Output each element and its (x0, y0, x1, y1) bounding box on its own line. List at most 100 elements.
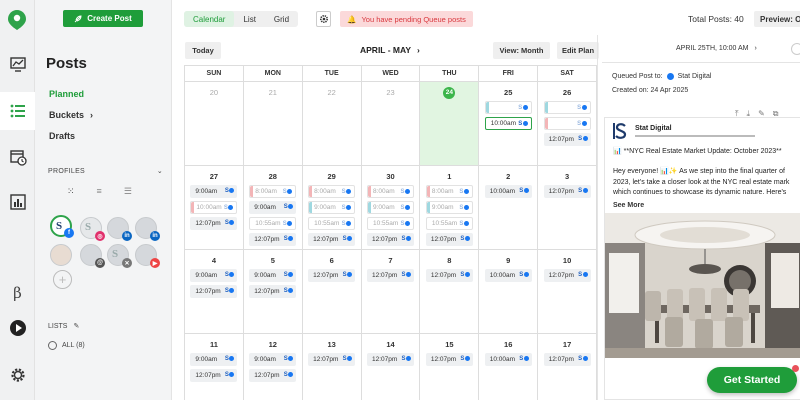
beta-icon[interactable]: β (0, 274, 35, 312)
post-time-slot[interactable]: 8:00am S (249, 185, 297, 198)
calendar-day-cell[interactable]: 20 (185, 82, 244, 166)
calendar-settings-gear-icon[interactable] (316, 11, 331, 27)
calendar-day-cell[interactable]: 2 10:00am S (479, 166, 539, 250)
post-time-slot[interactable]: 12:07pm S (249, 285, 297, 298)
profile-avatar-linkedin-2[interactable]: in (135, 217, 160, 241)
post-time-slot[interactable]: 10:00am S (484, 269, 532, 282)
calendar-day-cell[interactable]: 14 12:07pm S (362, 334, 421, 400)
calendar-day-cell[interactable]: 6 12:07pm S (302, 250, 362, 334)
edit-plan-button[interactable]: Edit Plan (557, 42, 599, 59)
calendar-day-cell[interactable]: 17 12:07pm S (538, 334, 598, 400)
post-time-slot[interactable]: 9:00am S (190, 185, 238, 198)
tab-calendar[interactable]: Calendar (184, 11, 235, 27)
post-time-slot[interactable]: 10:55am S (249, 217, 297, 230)
post-time-slot[interactable]: 12:07pm S (308, 233, 356, 246)
add-profile-button[interactable]: + (53, 270, 72, 289)
post-time-slot[interactable]: 12:07pm S (367, 233, 414, 246)
calendar-clock-icon[interactable] (0, 138, 35, 176)
post-time-slot[interactable]: 10:55am S (425, 217, 473, 230)
post-time-slot[interactable]: 10:55am S (367, 217, 414, 230)
calendar-day-cell[interactable]: 3 12:07pm S (538, 166, 598, 250)
chevron-right-icon[interactable]: › (417, 45, 420, 55)
post-time-slot[interactable]: 9:00am S (249, 201, 297, 214)
calendar-day-cell[interactable]: 27 9:00am S 10:00am S 12:07pm S (185, 166, 244, 250)
posts-list-icon[interactable] (0, 92, 35, 130)
calendar-day-cell[interactable]: 28 8:00am S 9:00am S 10:55am S 12:07pm S (243, 166, 303, 250)
post-time-slot[interactable]: 9:00am S (308, 201, 356, 214)
post-time-slot[interactable]: 12:07pm S (249, 233, 297, 246)
post-time-slot[interactable]: 12:07pm S (190, 217, 238, 230)
create-post-button[interactable]: Create Post (63, 10, 143, 27)
post-time-slot[interactable]: 12:07pm S (308, 269, 356, 282)
today-button[interactable]: Today (185, 42, 221, 59)
calendar-day-cell[interactable]: 26 S S 12:07pm S (538, 82, 598, 166)
post-time-slot[interactable]: 8:00am S (367, 185, 414, 198)
pending-queue-alert[interactable]: 🔔 You have pending Queue posts (340, 11, 473, 27)
app-logo-icon[interactable] (8, 10, 26, 30)
post-time-slot[interactable]: 12:07pm S (543, 353, 591, 366)
calendar-day-cell[interactable]: 15 12:07pm S (420, 334, 480, 400)
profile-avatar-linkedin[interactable]: in (107, 217, 132, 241)
tab-grid[interactable]: Grid (265, 11, 298, 27)
nav-buckets[interactable]: Buckets › (49, 110, 93, 120)
list-all-radio[interactable]: ALL (8) (48, 341, 85, 350)
post-time-slot[interactable]: 12:07pm S (249, 369, 297, 382)
profile-avatar-stat-digital-facebook[interactable]: S f (50, 215, 74, 238)
profile-avatar-instagram[interactable]: S ◎ (80, 217, 105, 241)
tab-list[interactable]: List (234, 11, 264, 27)
calendar-day-cell[interactable]: 8 12:07pm S (420, 250, 480, 334)
calendar-day-cell[interactable]: 10 12:07pm S (538, 250, 598, 334)
nav-drafts[interactable]: Drafts (49, 131, 75, 141)
calendar-day-cell[interactable]: 5 9:00am S 12:07pm S (243, 250, 303, 334)
calendar-day-cell[interactable]: 29 8:00am S 9:00am S 10:55am S 12:07pm S (302, 166, 362, 250)
preview-toggle-button[interactable]: Preview: On (754, 11, 800, 27)
calendar-day-cell[interactable]: 11 9:00am S 12:07pm S (185, 334, 244, 400)
calendar-day-cell[interactable]: 7 12:07pm S (361, 250, 421, 334)
profile-avatar-threads[interactable]: @ (80, 244, 105, 268)
analytics-chart-icon[interactable] (0, 45, 35, 83)
nav-planned[interactable]: Planned (49, 89, 84, 99)
calendar-day-cell[interactable]: 1 8:00am S 9:00am S 10:55am S 12:07pm S (420, 166, 480, 250)
post-time-slot[interactable]: 9:00am S (249, 353, 297, 366)
post-time-slot[interactable]: 9:00am S (249, 269, 297, 282)
post-time-slot[interactable]: 8:00am S (425, 185, 473, 198)
post-time-slot[interactable]: 12:07pm S (543, 185, 591, 198)
reports-bar-chart-icon[interactable] (0, 183, 35, 221)
post-time-slot[interactable]: 9:00am S (425, 201, 473, 214)
calendar-day-cell[interactable]: 25 S 10:00am S (479, 82, 539, 166)
post-time-slot[interactable]: 12:07pm S (425, 269, 473, 282)
calendar-day-cell[interactable]: 9 10:00am S (479, 250, 539, 334)
post-time-slot[interactable]: 12:07pm S (308, 353, 356, 366)
post-time-slot[interactable]: 12:07pm S (367, 353, 414, 366)
grid-view-icon[interactable]: ⁙ (67, 186, 75, 197)
post-time-slot[interactable]: 12:07pm S (543, 133, 591, 146)
post-time-slot[interactable]: 10:00am S (484, 353, 532, 366)
get-started-button[interactable]: Get Started (707, 367, 797, 393)
calendar-day-cell[interactable]: 23 (361, 82, 421, 166)
calendar-day-cell[interactable]: 12 9:00am S 12:07pm S (244, 334, 303, 400)
post-time-slot[interactable]: 9:00am S (367, 201, 414, 214)
chevron-right-icon[interactable]: › (755, 45, 757, 52)
calendar-day-cell[interactable]: 13 12:07pm S (303, 334, 362, 400)
post-time-slot[interactable]: 8:00am S (308, 185, 356, 198)
calendar-day-cell[interactable]: 22 (302, 82, 362, 166)
calendar-day-cell[interactable]: 4 9:00am S 12:07pm S (185, 250, 244, 334)
calendar-day-cell[interactable]: 16 10:00am S (479, 334, 539, 400)
post-time-slot[interactable]: 10:00am S (484, 117, 532, 130)
post-time-slot[interactable]: 10:55am S (308, 217, 356, 230)
post-time-slot[interactable]: 12:07pm S (543, 269, 591, 282)
edit-pencil-icon[interactable]: ✎ (73, 322, 79, 330)
see-more-link[interactable]: See More (613, 202, 644, 209)
post-time-slot[interactable]: 9:00am S (190, 269, 238, 282)
play-video-icon[interactable] (0, 309, 35, 347)
list-view-icon[interactable]: ≡ (97, 186, 102, 197)
post-time-slot[interactable]: S (484, 101, 532, 114)
post-time-slot[interactable]: 12:07pm S (425, 233, 473, 246)
profiles-header[interactable]: PROFILES ⌄ (48, 167, 163, 176)
settings-gear-icon[interactable] (0, 356, 35, 394)
calendar-day-cell[interactable]: 21 (243, 82, 303, 166)
post-time-slot[interactable]: 10:00am S (190, 201, 238, 214)
post-time-slot[interactable]: 9:00am S (190, 353, 238, 366)
post-time-slot[interactable]: 12:07pm S (190, 285, 238, 298)
post-time-slot[interactable]: S (543, 101, 591, 114)
